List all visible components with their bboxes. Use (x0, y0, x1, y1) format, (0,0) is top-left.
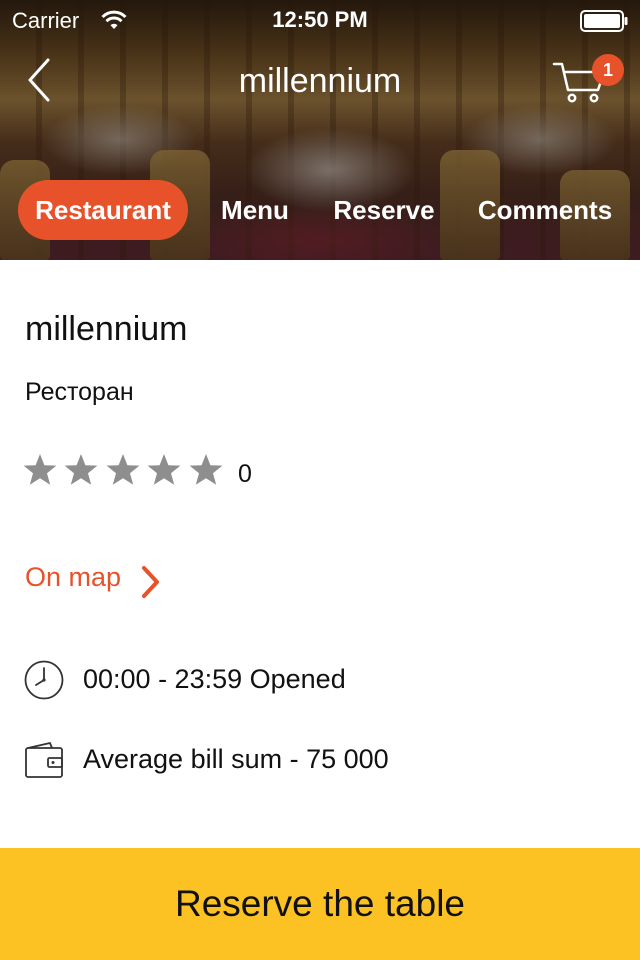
chevron-right-icon[interactable] (140, 565, 162, 599)
star-icon (106, 454, 140, 485)
clock-icon (24, 660, 64, 700)
star-icon (189, 454, 223, 485)
restaurant-name: millennium (25, 310, 188, 348)
opening-hours: 00:00 - 23:59 Opened (83, 664, 346, 694)
tab-comments[interactable]: Comments (462, 180, 628, 240)
status-time: 12:50 PM (272, 7, 368, 32)
battery-icon (580, 10, 628, 32)
average-bill: Average bill sum - 75 000 (83, 744, 389, 774)
reserve-table-button[interactable]: Reserve the table (0, 848, 640, 960)
navigation-bar: millennium 1 (0, 40, 640, 124)
restaurant-details: millennium Ресторан 0 On map 00:00 - 23:… (0, 260, 640, 848)
cart-count-badge: 1 (592, 54, 624, 86)
star-icon (147, 454, 181, 485)
restaurant-type: Ресторан (25, 378, 134, 406)
rating-count: 0 (238, 460, 252, 488)
tab-reserve[interactable]: Reserve (318, 180, 450, 240)
star-icon (23, 454, 57, 485)
page-title: millennium (238, 62, 402, 100)
status-bar: Carrier 12:50 PM (0, 0, 640, 40)
section-tabs: Restaurant Menu Reserve Comments (0, 180, 640, 240)
on-map-link[interactable]: On map (25, 562, 121, 593)
tab-menu[interactable]: Menu (204, 180, 306, 240)
rating-stars (22, 452, 225, 492)
star-icon (65, 454, 98, 485)
tab-restaurant[interactable]: Restaurant (18, 180, 188, 240)
wallet-icon (25, 742, 63, 778)
